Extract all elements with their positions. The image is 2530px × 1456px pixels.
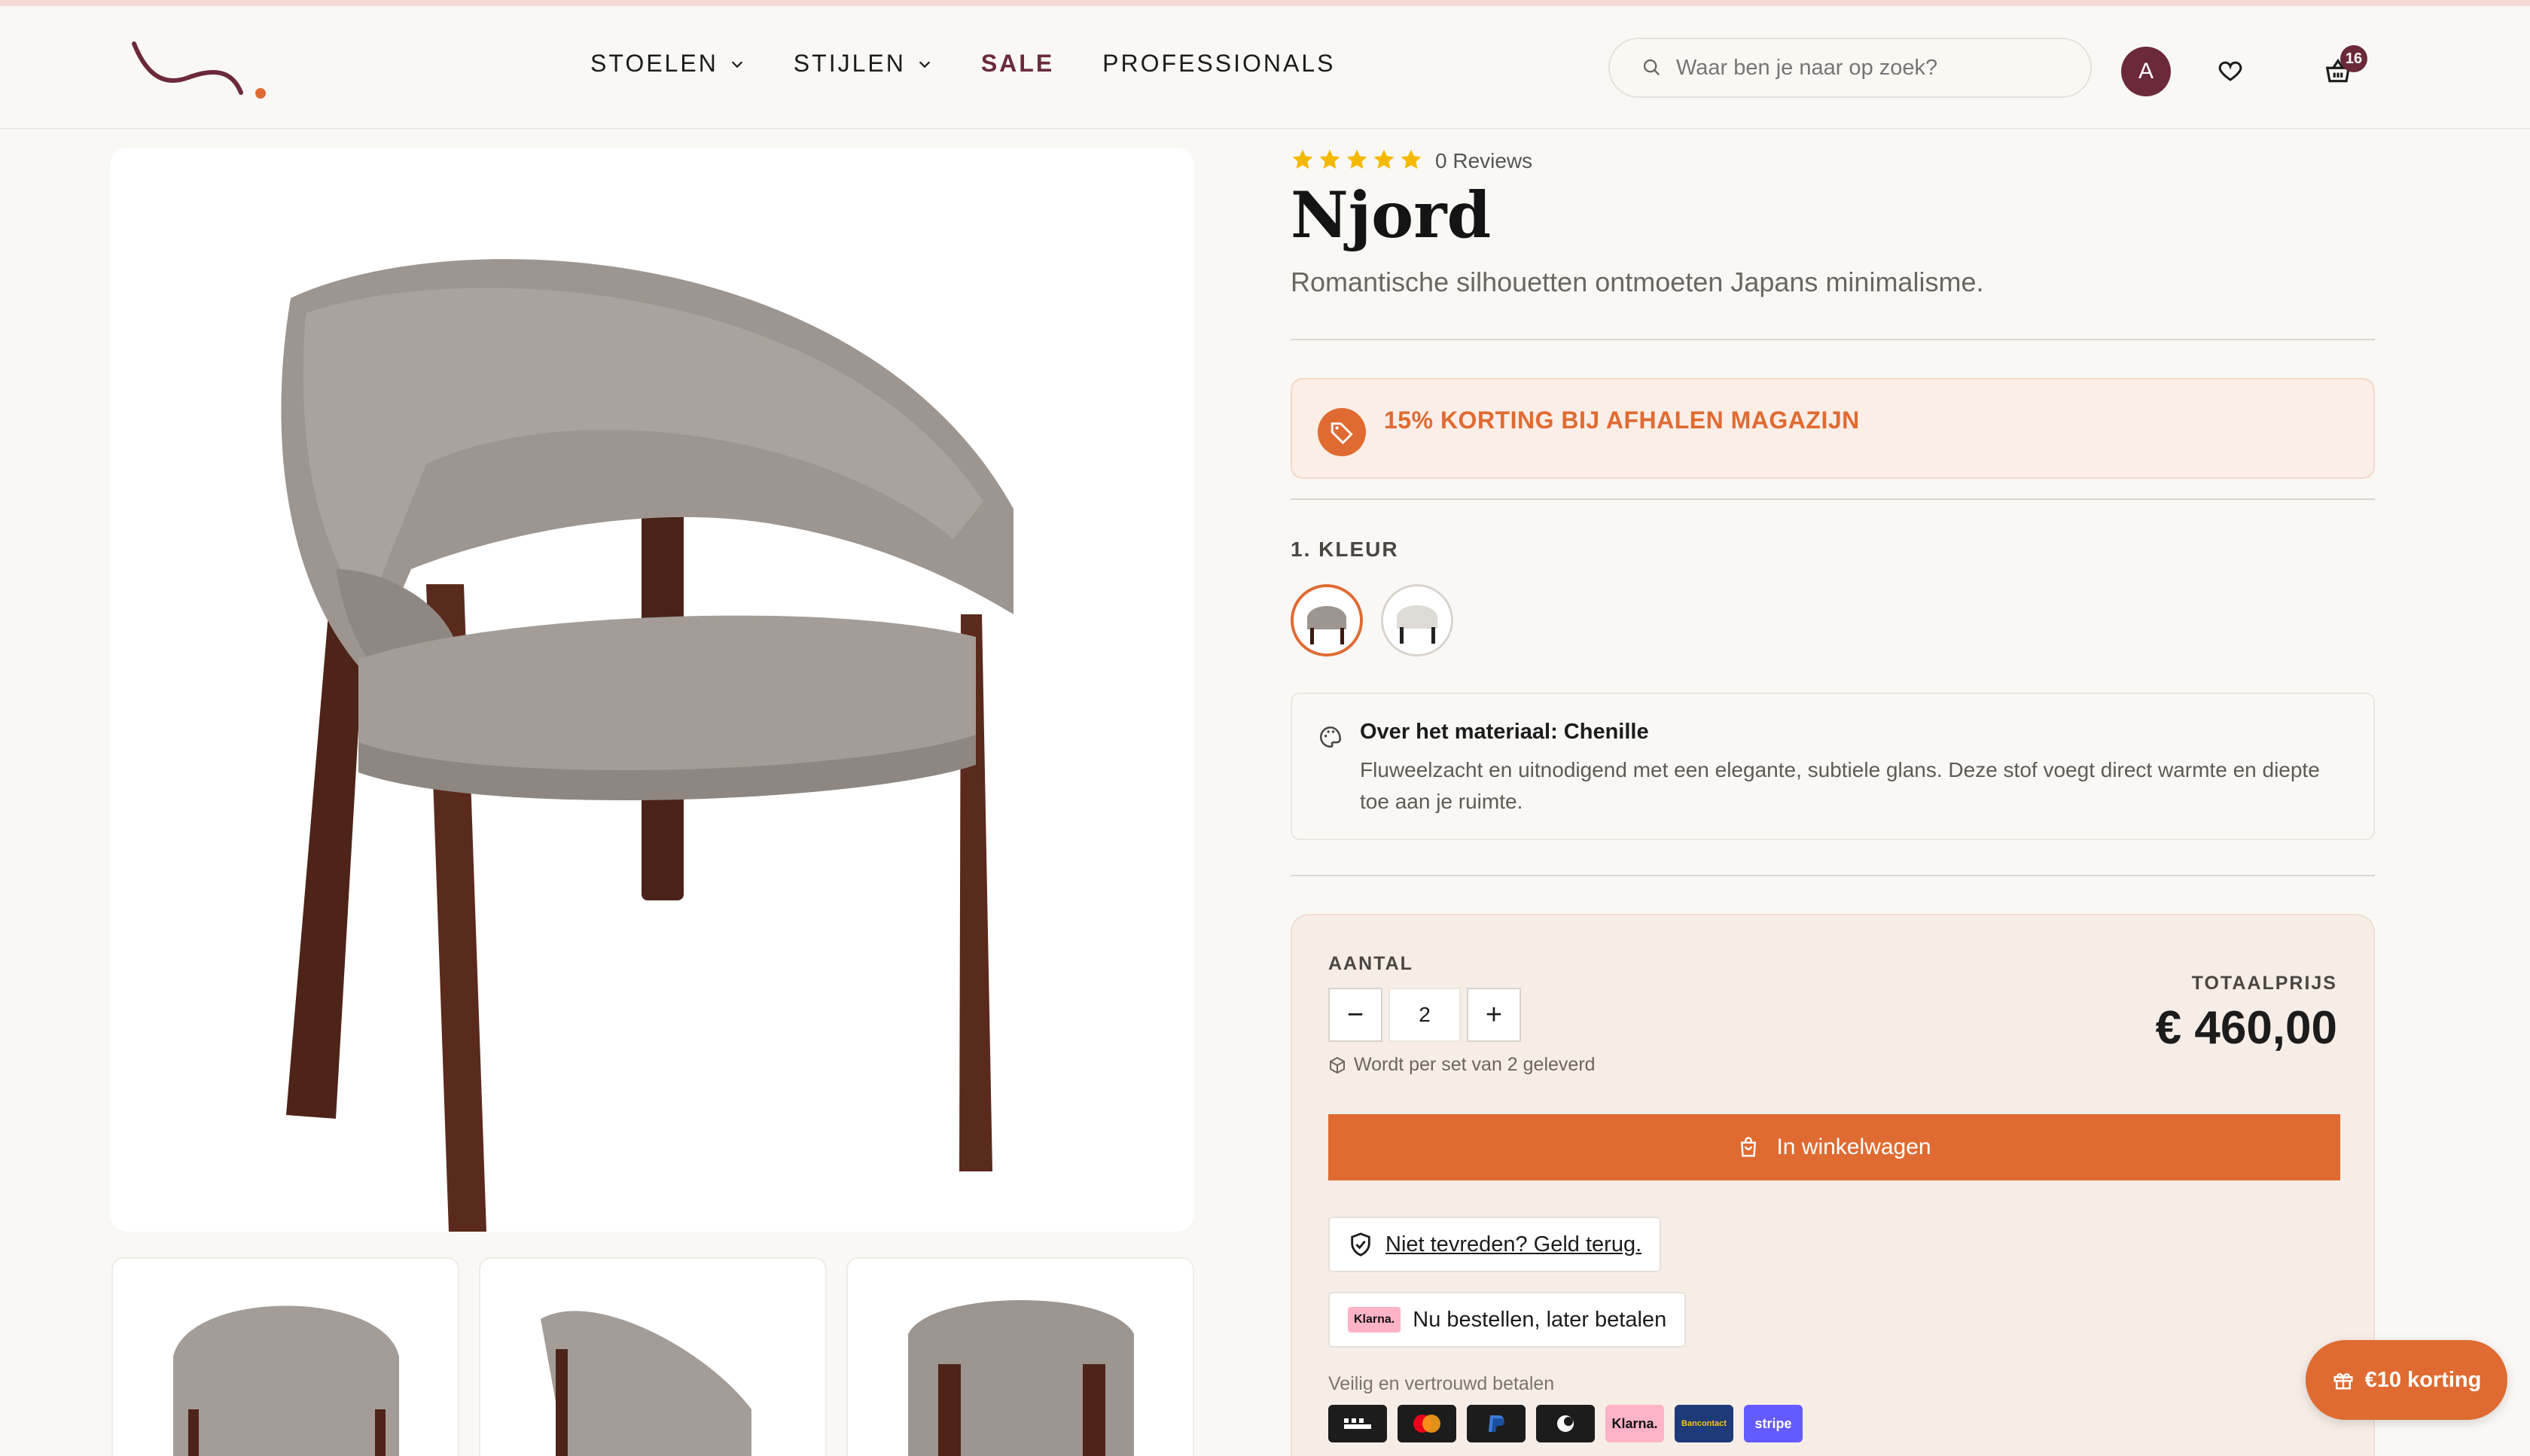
- payment-methods: Klarna. Bancontact stripe: [1328, 1405, 1803, 1442]
- purchase-box: AANTAL − + Wordt per set van 2 geleverd …: [1291, 914, 2375, 1456]
- product-title: Njord: [1291, 178, 1492, 252]
- account-avatar[interactable]: A: [2121, 47, 2171, 96]
- swatch-grijs[interactable]: [1291, 584, 1363, 656]
- top-accent-line: [0, 0, 2530, 6]
- rating-stars: [1291, 148, 1423, 172]
- chair-swatch-white: [1383, 586, 1451, 654]
- delivery-note-text: Wordt per set van 2 geleverd: [1354, 1054, 1596, 1075]
- material-info-card: Over het materiaal: Chenille Fluweelzach…: [1291, 693, 2375, 840]
- total-price: € 460,00: [2155, 1002, 2337, 1054]
- nav-sale[interactable]: SALE: [981, 50, 1054, 78]
- chair-illustration: [281, 259, 1014, 1232]
- discount-label: €10 korting: [2364, 1367, 2482, 1392]
- klarna-payment-icon: Klarna.: [1605, 1405, 1664, 1442]
- nav-stoelen-label: STOELEN: [590, 50, 718, 77]
- star-icon: [1292, 149, 1313, 169]
- star-icon: [1373, 149, 1395, 169]
- paypal-payment-icon: [1467, 1405, 1526, 1442]
- payment-methods-label: Veilig en vertrouwd betalen: [1328, 1373, 1555, 1394]
- search-input[interactable]: [1676, 55, 2083, 81]
- main-nav: STOELEN STIJLEN SALE PROFESSIONALS: [590, 50, 1335, 78]
- site-header: STOELEN STIJLEN SALE PROFESSIONALS A 16: [0, 6, 2530, 129]
- cart-count-badge: 16: [2340, 45, 2367, 72]
- divider: [1291, 498, 2375, 500]
- apple-pay-icon: [1536, 1405, 1595, 1442]
- promo-text: 15% KORTING BIJ AFHALEN MAGAZIJN: [1384, 407, 1860, 434]
- quantity-label: AANTAL: [1328, 953, 1413, 974]
- star-icon: [1319, 149, 1340, 169]
- product-main-image[interactable]: [110, 148, 1194, 1232]
- chair-front-image: [173, 1305, 399, 1456]
- ideal-payment-icon: [1328, 1405, 1387, 1442]
- quantity-stepper: − +: [1328, 988, 1521, 1042]
- bancontact-payment-icon: Bancontact: [1675, 1405, 1733, 1442]
- chair-swatch-grey: [1294, 587, 1360, 653]
- gift-icon: [2333, 1373, 2353, 1390]
- quantity-input[interactable]: [1388, 988, 1461, 1042]
- material-title: Over het materiaal: Chenille: [1360, 720, 1649, 744]
- heart-icon[interactable]: [2217, 57, 2244, 84]
- nav-professionals[interactable]: PROFESSIONALS: [1102, 50, 1335, 78]
- shield-check-icon: [1351, 1232, 1370, 1256]
- product-thumbnail-front[interactable]: [111, 1257, 459, 1456]
- product-thumbnail-side[interactable]: [479, 1257, 827, 1456]
- add-to-cart-label: In winkelwagen: [1776, 1135, 1931, 1159]
- klarna-pay-later[interactable]: Klarna. Nu bestellen, later betalen: [1328, 1292, 1687, 1348]
- quantity-decrease-button[interactable]: −: [1328, 988, 1382, 1042]
- tag-icon: [1318, 408, 1366, 456]
- package-icon: [1330, 1056, 1345, 1074]
- nav-professionals-label: PROFESSIONALS: [1102, 50, 1336, 77]
- nav-stijlen[interactable]: STIJLEN: [794, 50, 933, 78]
- search-icon: [1643, 59, 1660, 76]
- discount-popup-button[interactable]: €10 korting: [2306, 1340, 2507, 1420]
- chevron-down-icon: [731, 60, 743, 68]
- product-thumbnail-back[interactable]: [846, 1257, 1194, 1456]
- money-back-guarantee[interactable]: Niet tevreden? Geld terug.: [1328, 1217, 1662, 1272]
- delivery-note: Wordt per set van 2 geleverd: [1328, 1054, 1596, 1076]
- shopping-bag-icon: [1741, 1137, 1757, 1157]
- chair-side-image: [541, 1311, 751, 1456]
- mastercard-payment-icon: [1398, 1405, 1456, 1442]
- nav-stijlen-label: STIJLEN: [793, 50, 906, 77]
- divider: [1291, 339, 2375, 340]
- star-icon: [1401, 149, 1422, 169]
- klarna-logo: Klarna.: [1348, 1307, 1401, 1333]
- product-subtitle: Romantische silhouetten ontmoeten Japans…: [1291, 267, 1984, 297]
- chevron-down-icon: [919, 60, 931, 68]
- palette-icon: [1319, 726, 1342, 748]
- nav-sale-label: SALE: [980, 50, 1055, 77]
- guarantee-text: Niet tevreden? Geld terug.: [1385, 1232, 1642, 1256]
- pickup-discount-banner: 15% KORTING BIJ AFHALEN MAGAZIJN: [1291, 378, 2375, 479]
- klarna-text: Nu bestellen, later betalen: [1413, 1307, 1667, 1332]
- material-description: Fluweelzacht en uitnodigend met een eleg…: [1360, 758, 2320, 813]
- quantity-increase-button[interactable]: +: [1467, 988, 1521, 1042]
- reviews-count[interactable]: 0 Reviews: [1435, 149, 1532, 173]
- divider: [1291, 875, 2375, 876]
- stripe-payment-icon: stripe: [1744, 1405, 1803, 1442]
- add-to-cart-button[interactable]: In winkelwagen: [1328, 1114, 2340, 1180]
- search-bar[interactable]: [1608, 38, 2092, 98]
- nav-stoelen[interactable]: STOELEN: [590, 50, 745, 78]
- chair-back-image: [908, 1300, 1134, 1456]
- swatch-wit[interactable]: [1381, 584, 1453, 656]
- color-label: 1. KLEUR: [1291, 538, 1399, 561]
- star-icon: [1346, 149, 1367, 169]
- total-price-label: TOTAALPRIJS: [2191, 973, 2337, 994]
- brand-logo[interactable]: [128, 36, 271, 111]
